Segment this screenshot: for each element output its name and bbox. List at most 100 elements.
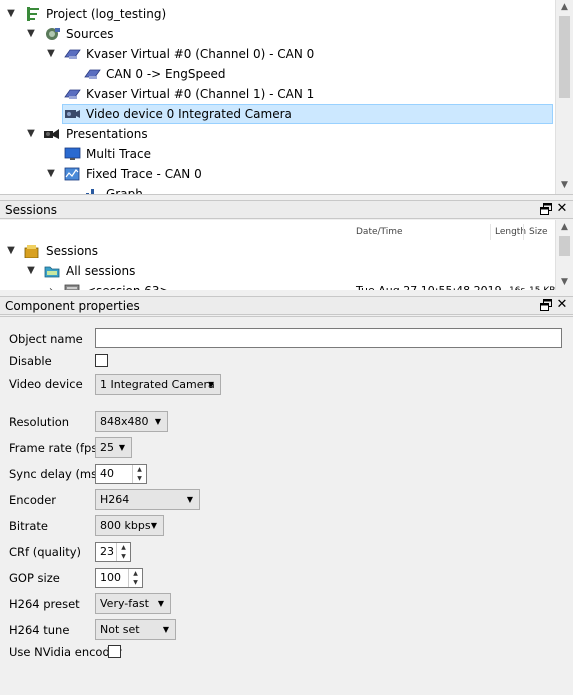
use-nvidia-checkbox[interactable] [108,645,121,658]
chevron-down-icon: ▼ [157,599,164,608]
tree-item-label: Video device 0 Integrated Camera [86,107,292,121]
sync-delay-value: 40 [100,467,114,480]
spin-down-icon[interactable]: ▼ [117,552,130,561]
video-device-select[interactable]: 1 Integrated Camera ▼ [95,374,221,395]
spin-down-icon[interactable]: ▼ [129,578,142,587]
project-tree[interactable]: ▼ Project (log_testing) ▼ Sources ▼ Kvas… [0,0,573,195]
spin-up-icon[interactable]: ▲ [129,569,142,578]
float-panel-icon[interactable] [540,299,552,311]
chevron-down-icon[interactable]: ▼ [24,261,38,281]
encoder-select[interactable]: H264 ▼ [95,489,200,510]
tree-item-label: All sessions [66,264,136,278]
tree-item-sessions[interactable]: ▼ Sessions [0,241,556,261]
chevron-down-icon: ▼ [186,495,193,504]
sessions-tree[interactable]: Date/Time Length Size ▼ Sessions ▼ All s… [0,220,573,290]
tree-item-can0-engspeed[interactable]: CAN 0 -> EngSpeed [0,64,556,84]
chevron-down-icon[interactable]: ▼ [24,24,38,44]
chevron-down-icon: ▼ [154,417,161,426]
gop-size-spinbox[interactable]: 100 ▲ ▼ [95,568,143,588]
use-nvidia-label: Use NVidia encoder [9,645,122,659]
bitrate-label: Bitrate [9,519,48,533]
project-tree-scrollbar[interactable]: ▲ ▼ [555,0,573,194]
crf-spinbox[interactable]: 23 ▲ ▼ [95,542,131,562]
tree-item-label: Sources [66,27,114,41]
scroll-down-icon[interactable]: ▼ [556,178,573,192]
tree-item-label: Project (log_testing) [46,7,167,21]
frame-rate-select[interactable]: 25 ▼ [95,437,132,458]
scroll-up-icon[interactable]: ▲ [556,220,573,234]
chevron-down-icon[interactable]: ▼ [24,124,38,144]
object-name-input[interactable] [95,328,562,348]
object-name-label: Object name [9,332,83,346]
frame-rate-label: Frame rate (fps) [9,441,102,455]
video-device-value: 1 Integrated Camera [100,378,215,391]
close-icon[interactable]: ✕ [556,298,568,312]
h264-tune-select[interactable]: Not set ▼ [95,619,176,640]
properties-titlebar[interactable]: Component properties ✕ [0,296,573,315]
tree-item-multi-trace[interactable]: Multi Trace [0,144,556,164]
tree-item-kvaser-ch1[interactable]: Kvaser Virtual #0 (Channel 1) - CAN 1 [0,84,556,104]
chevron-down-icon: ▼ [150,521,157,530]
tree-item-project[interactable]: ▼ Project (log_testing) [0,4,556,24]
bitrate-value: 800 kbps [100,519,151,532]
tree-item-label: Sessions [46,244,99,258]
chevron-down-icon[interactable]: ▼ [4,241,18,261]
sessions-icon [24,244,41,259]
scroll-down-icon[interactable]: ▼ [556,275,573,289]
tree-item-label: Fixed Trace - CAN 0 [86,167,202,181]
tree-item-video-device[interactable]: Video device 0 Integrated Camera [0,104,556,124]
sessions-titlebar[interactable]: Sessions ✕ [0,200,573,219]
session-length: 16s [509,281,525,290]
sync-delay-spinbox[interactable]: 40 ▲ ▼ [95,464,147,484]
chevron-down-icon[interactable]: ▼ [44,164,58,184]
chevron-right-icon[interactable]: › [44,281,58,290]
tree-item-label: Kvaser Virtual #0 (Channel 0) - CAN 0 [86,47,315,61]
graph-icon [84,187,101,194]
spin-up-icon[interactable]: ▲ [117,543,130,552]
tree-item-all-sessions[interactable]: ▼ All sessions [0,261,556,281]
spin-down-icon[interactable]: ▼ [133,474,146,483]
column-header-datetime[interactable]: Date/Time [356,224,403,240]
folder-icon [44,264,61,278]
chevron-down-icon[interactable]: ▼ [4,4,18,24]
sessions-scrollbar[interactable]: ▲ ▼ [555,220,573,290]
close-icon[interactable]: ✕ [556,202,568,216]
h264-preset-select[interactable]: Very-fast ▼ [95,593,171,614]
tree-item-fixed-trace[interactable]: ▼ Fixed Trace - CAN 0 [0,164,556,184]
panel-title: Sessions [5,203,58,217]
scrollbar-thumb[interactable] [559,16,570,98]
scroll-up-icon[interactable]: ▲ [556,0,573,14]
encoder-value: H264 [100,493,130,506]
resolution-value: 848x480 [100,415,149,428]
tree-item-label: Kvaser Virtual #0 (Channel 1) - CAN 1 [86,87,315,101]
tree-item-kvaser-ch0[interactable]: ▼ Kvaser Virtual #0 (Channel 0) - CAN 0 [0,44,556,64]
can-device-icon [84,67,101,81]
disable-label: Disable [9,354,52,368]
panel-title: Component properties [5,299,140,313]
tree-item-presentations[interactable]: ▼ Presentations [0,124,556,144]
component-properties-panel: Object name Disable Video device 1 Integ… [0,316,573,695]
chevron-down-icon[interactable]: ▼ [44,44,58,64]
spin-up-icon[interactable]: ▲ [133,465,146,474]
h264-tune-label: H264 tune [9,623,70,637]
scrollbar-thumb[interactable] [559,236,570,256]
tree-item-session-63[interactable]: › <session 63> Tue Aug 27 10:55:48 2019 … [0,281,556,290]
gop-size-label: GOP size [9,571,60,585]
trace-icon [64,167,81,181]
tree-item-graph[interactable]: Graph [0,184,556,194]
gop-size-value: 100 [100,571,121,584]
resolution-select[interactable]: 848x480 ▼ [95,411,168,432]
tree-item-sources[interactable]: ▼ Sources [0,24,556,44]
column-separator [523,224,524,240]
column-separator [490,224,491,240]
float-panel-icon[interactable] [540,203,552,215]
can-device-icon [64,87,81,101]
sources-icon [44,27,61,41]
h264-tune-value: Not set [100,623,140,636]
disable-checkbox[interactable] [95,354,108,367]
chevron-down-icon: ▼ [118,443,125,452]
h264-preset-value: Very-fast [100,597,149,610]
column-header-length[interactable]: Length [495,224,526,240]
column-header-size[interactable]: Size [529,224,547,240]
bitrate-select[interactable]: 800 kbps ▼ [95,515,164,536]
